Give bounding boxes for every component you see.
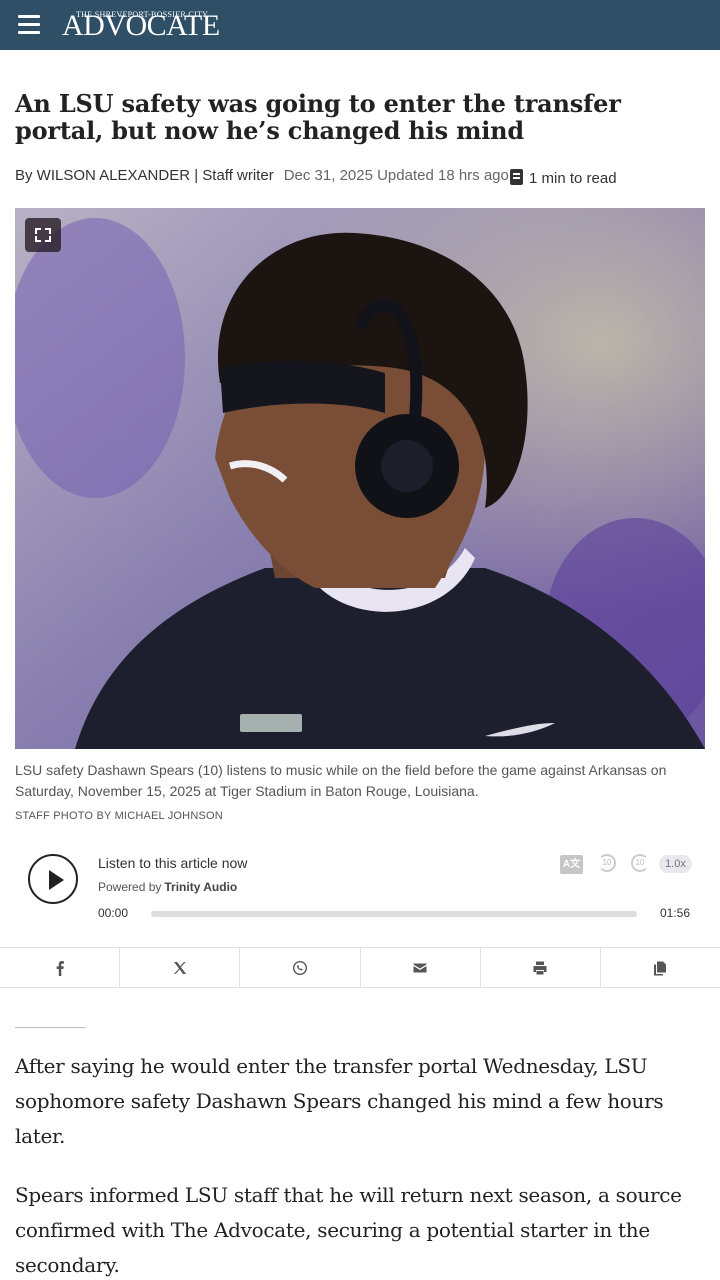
read-time-label: 1 min to read <box>529 170 617 187</box>
photo-credit: STAFF PHOTO BY MICHAEL JOHNSON <box>15 810 223 822</box>
email-icon <box>413 963 427 972</box>
whatsapp-icon <box>292 960 307 975</box>
forward-10-icon[interactable]: 10 <box>631 854 649 872</box>
copy-link-button[interactable] <box>601 948 720 987</box>
play-button[interactable] <box>28 854 78 904</box>
article-byline: By WILSON ALEXANDER | Staff writer Dec 31… <box>15 167 705 187</box>
audio-current-time: 00:00 <box>98 906 129 920</box>
publish-date: Dec 31, 2025 Updated 18 hrs ago <box>283 167 509 184</box>
audio-title: Listen to this article now <box>98 855 248 871</box>
article-paragraph: After saying he would enter the transfer… <box>15 1054 664 1148</box>
print-icon <box>533 961 547 974</box>
logo-wordmark: ADVOCATE <box>62 9 220 42</box>
share-facebook-button[interactable] <box>0 948 121 987</box>
author-link[interactable]: By WILSON ALEXANDER | Staff writer <box>15 167 274 184</box>
expand-icon <box>35 228 41 234</box>
audio-provider-link[interactable]: Trinity Audio <box>164 880 237 894</box>
copy-icon <box>654 961 667 975</box>
article-paragraph: Spears informed LSU staff that he will r… <box>15 1183 682 1277</box>
photo-caption: LSU safety Dashawn Spears (10) listens t… <box>15 762 667 799</box>
powered-by-label: Powered by <box>98 880 162 894</box>
x-icon <box>173 961 186 974</box>
audio-total-time: 01:56 <box>660 906 691 920</box>
audio-progress-bar[interactable] <box>151 911 637 917</box>
share-bar <box>0 947 720 988</box>
facebook-icon <box>56 960 64 976</box>
audio-powered-by: Powered by Trinity Audio <box>98 880 237 894</box>
top-navigation-bar: THE SHREVEPORT-BOSSIER CITY ADVOCATE <box>0 0 720 50</box>
print-button[interactable] <box>481 948 601 987</box>
read-time: 1 min to read <box>510 167 617 187</box>
share-x-button[interactable] <box>120 948 241 987</box>
section-divider <box>15 1027 85 1028</box>
translate-icon[interactable]: A文 <box>560 855 583 874</box>
hamburger-menu-icon[interactable] <box>18 15 40 35</box>
photo-image <box>15 208 705 749</box>
audio-player: Listen to this article now Powered by Tri… <box>15 840 705 930</box>
share-whatsapp-button[interactable] <box>240 948 361 987</box>
book-icon <box>510 169 523 185</box>
share-email-button[interactable] <box>361 948 481 987</box>
article-headline: An LSU safety was going to enter the tra… <box>15 89 621 145</box>
playback-speed-button[interactable]: 1.0x <box>659 855 692 873</box>
rewind-10-icon[interactable]: 10 <box>598 854 616 872</box>
article-photo[interactable] <box>15 208 705 749</box>
expand-photo-button[interactable] <box>25 218 61 252</box>
